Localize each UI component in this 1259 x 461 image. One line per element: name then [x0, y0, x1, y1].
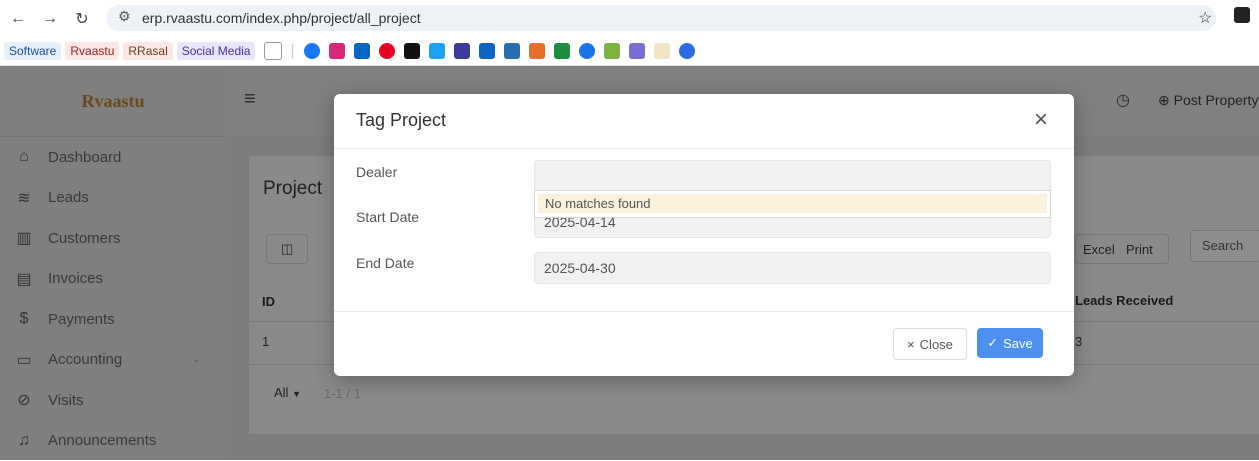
column-header-id[interactable]: ID	[262, 294, 275, 309]
bookmark-social-media[interactable]: Social Media	[177, 42, 256, 60]
monitor-icon: ▭	[14, 350, 34, 370]
save-button[interactable]: ✓ Save	[977, 328, 1043, 358]
close-icon[interactable]: ×	[1034, 106, 1048, 134]
bookmark-icon-7[interactable]	[454, 43, 470, 59]
modal-footer: × Close ✓ Save	[334, 311, 1074, 377]
facebook-icon[interactable]	[304, 43, 320, 59]
save-button-label: Save	[1003, 336, 1033, 351]
caret-down-icon: ▼	[292, 389, 301, 399]
close-button[interactable]: × Close	[893, 328, 967, 360]
sidebar-item-label: Accounting	[48, 351, 122, 368]
sidebar: Rvaastu ⌂ Dashboard ≋ Leads ▥ Customers …	[0, 66, 226, 460]
close-button-label: Close	[920, 337, 953, 352]
column-header-leads[interactable]: Leads Received	[1075, 293, 1173, 308]
site-info-icon[interactable]: ⚙	[118, 8, 131, 25]
bookmark-rvaastu[interactable]: Rvaastu	[65, 42, 119, 60]
bookmarks-bar: Software Rvaastu RRasal Social Media |	[0, 37, 1259, 66]
bookmark-star-icon[interactable]: ☆	[1198, 8, 1212, 28]
bookmark-icon-14[interactable]	[629, 43, 645, 59]
bell-icon: ♫	[14, 432, 34, 450]
sidebar-item-label: Visits	[48, 392, 84, 409]
layers-icon: ≋	[14, 188, 34, 208]
bookmark-icon-12[interactable]	[579, 43, 595, 59]
end-date-label: End Date	[356, 255, 414, 271]
dealer-label: Dealer	[356, 164, 397, 180]
sidebar-item-visits[interactable]: ⊘ Visits	[0, 380, 226, 421]
excel-button[interactable]: Excel	[1083, 242, 1115, 257]
sidebar-item-dashboard[interactable]: ⌂ Dashboard	[0, 137, 226, 178]
end-date-input[interactable]	[534, 252, 1051, 284]
bookmark-icon-16[interactable]	[679, 43, 695, 59]
no-matches-message: No matches found	[538, 194, 1047, 213]
x-icon[interactable]	[404, 43, 420, 59]
bookmark-icon-9[interactable]	[504, 43, 520, 59]
sidebar-item-payments[interactable]: $ Payments	[0, 299, 226, 340]
bookmark-rrasal[interactable]: RRasal	[123, 42, 172, 60]
print-button[interactable]: Print	[1126, 242, 1153, 257]
table-cell-leads: 3	[1075, 334, 1082, 349]
clock-icon[interactable]: ◷	[1116, 90, 1130, 110]
back-icon[interactable]: ←	[6, 10, 30, 28]
pinterest-icon[interactable]	[379, 43, 395, 59]
bookmark-icon-11[interactable]	[554, 43, 570, 59]
reload-icon[interactable]: ↻	[70, 9, 94, 29]
chevron-down-icon: ⌄	[192, 354, 200, 365]
url-text: erp.rvaastu.com/index.php/project/all_pr…	[142, 10, 421, 26]
bookmark-divider: |	[290, 42, 294, 60]
post-property-label: Post Property	[1174, 92, 1259, 108]
sidebar-item-label: Invoices	[48, 270, 103, 287]
search-placeholder: Search	[1202, 238, 1243, 253]
forward-icon[interactable]: →	[38, 10, 62, 28]
sidebar-item-label: Leads	[48, 189, 89, 206]
dollar-icon: $	[14, 310, 34, 328]
page-size-select[interactable]: All ▼	[274, 385, 301, 400]
sidebar-item-customers[interactable]: ▥ Customers	[0, 218, 226, 259]
modal-title: Tag Project	[356, 110, 446, 131]
logo: Rvaastu	[81, 91, 144, 112]
sidebar-item-label: Announcements	[48, 432, 156, 449]
sidebar-item-label: Customers	[48, 230, 121, 247]
check-circle-icon: ⊘	[14, 390, 34, 410]
sidebar-item-announcements[interactable]: ♫ Announcements	[0, 421, 226, 461]
table-cell-id: 1	[262, 334, 269, 349]
dealer-dropdown: No matches found	[534, 190, 1051, 218]
address-bar[interactable]: ⚙ erp.rvaastu.com/index.php/project/all_…	[106, 5, 1216, 31]
home-icon: ⌂	[14, 148, 34, 166]
page-title: Project	[263, 178, 322, 200]
linkedin-icon-2[interactable]	[479, 43, 495, 59]
check-circle-icon: ✓	[987, 335, 998, 351]
apps-grid-icon[interactable]	[264, 42, 282, 60]
sidebar-item-accounting[interactable]: ▭ Accounting ⌄	[0, 340, 226, 381]
start-date-label: Start Date	[356, 209, 419, 225]
x-icon: ×	[907, 337, 915, 352]
sidebar-item-leads[interactable]: ≋ Leads	[0, 178, 226, 219]
export-group: Excel Print	[1075, 234, 1169, 264]
building-icon: ▥	[14, 228, 34, 248]
page-size-value: All	[274, 385, 288, 400]
bookmark-icon-15[interactable]	[654, 43, 670, 59]
pager-range: 1-1 / 1	[324, 386, 361, 401]
bookmark-icon-13[interactable]	[604, 43, 620, 59]
extension-icon[interactable]	[1234, 7, 1250, 23]
modal-header: Tag Project ×	[334, 94, 1074, 149]
tag-project-modal: Tag Project × Dealer Start Date End Date…	[334, 94, 1074, 376]
bookmark-icon-10[interactable]	[529, 43, 545, 59]
bookmark-icon-6[interactable]	[429, 43, 445, 59]
columns-icon: ◫	[281, 241, 293, 257]
linkedin-icon[interactable]	[354, 43, 370, 59]
browser-toolbar: ← → ↻ ⚙ erp.rvaastu.com/index.php/projec…	[0, 0, 1259, 37]
sidebar-item-label: Dashboard	[48, 149, 121, 166]
search-input[interactable]: Search	[1190, 230, 1259, 262]
logo-area[interactable]: Rvaastu	[0, 66, 226, 137]
instagram-icon[interactable]	[329, 43, 345, 59]
menu-icon[interactable]: ≡	[244, 88, 256, 111]
document-icon: ▤	[14, 269, 34, 289]
sidebar-item-invoices[interactable]: ▤ Invoices	[0, 259, 226, 300]
bookmark-software[interactable]: Software	[4, 42, 61, 60]
sidebar-item-label: Payments	[48, 311, 115, 328]
plus-circle-icon: ⊕	[1158, 92, 1170, 108]
post-property-button[interactable]: ⊕ Post Property	[1158, 92, 1258, 109]
columns-toggle-button[interactable]: ◫	[266, 234, 308, 264]
dealer-select[interactable]	[534, 160, 1051, 192]
